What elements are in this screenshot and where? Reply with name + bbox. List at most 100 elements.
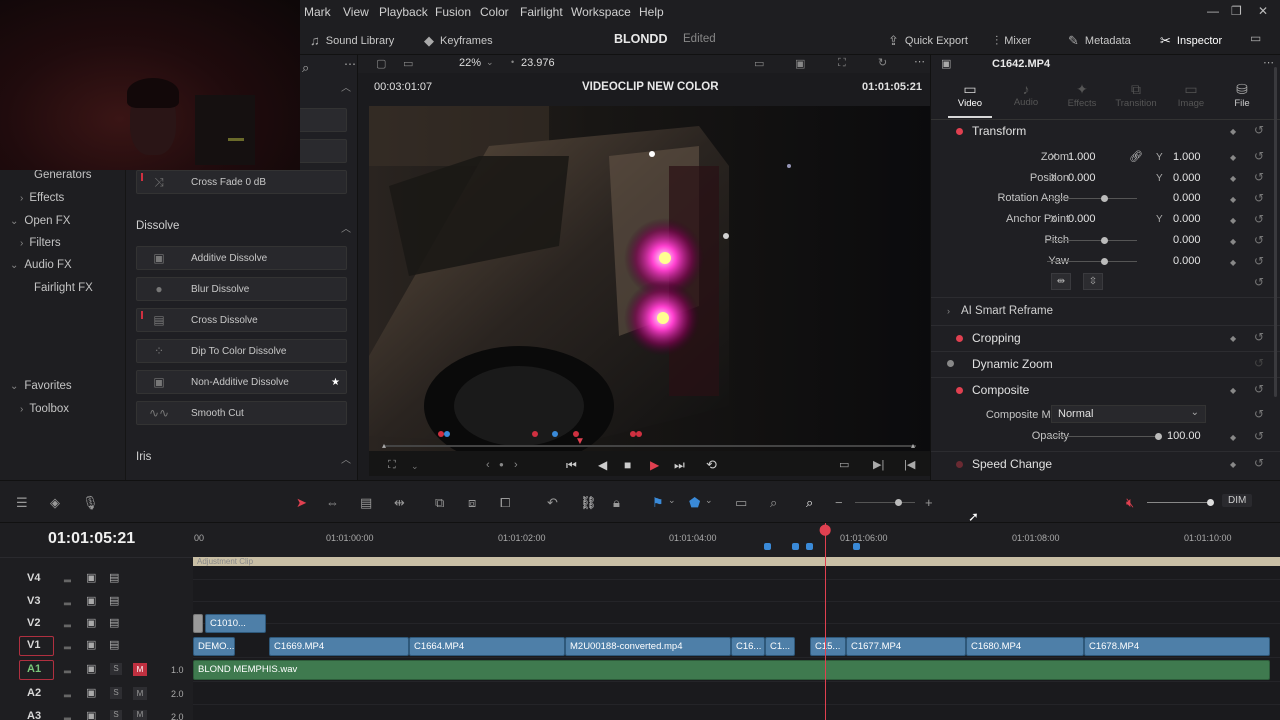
track-name-v3[interactable]: V3 [27,595,40,607]
v1-clip[interactable]: M2U00188-converted.mp4 [565,637,731,656]
smart-reframe-header[interactable]: AI Smart Reframe [961,305,1053,317]
composite-header[interactable]: Composite [972,383,1029,397]
layout-icon[interactable]: ▢ [376,57,386,70]
zoom-slider-knob[interactable] [895,499,902,506]
playhead-line[interactable] [825,523,826,720]
volume-slider-knob[interactable] [1207,499,1214,506]
mixer-button[interactable]: ⫶ Mixer [995,33,1031,49]
iris-header[interactable]: Iris [136,451,151,463]
chevron-up-icon[interactable]: ︿ [341,220,351,235]
go-to-start-icon[interactable]: ⏮ [566,458,577,473]
fx-item-non-additive-dissolve[interactable]: ▣ Non-Additive Dissolve ★ [136,370,347,394]
more-options-icon[interactable]: ⋯ [914,55,925,68]
menu-fusion[interactable]: Fusion [435,5,471,19]
timeline-marker[interactable] [806,543,813,550]
menu-color[interactable]: Color [480,5,509,19]
reset-icon[interactable]: ↺ [1254,382,1264,396]
nav-effects[interactable]: › Effects [20,192,64,204]
v1-clip[interactable]: C15... [810,637,846,656]
pitch-slider-knob[interactable] [1101,237,1108,244]
timeline-timecode[interactable]: 01:01:05:21 [48,530,135,548]
tab-transition[interactable]: ⧉ Transition [1111,81,1161,109]
v2-clip[interactable]: C1010... [205,614,266,633]
star-icon[interactable]: ★ [331,377,340,388]
reverse-play-icon[interactable]: ◀ [598,458,607,472]
menu-fairlight[interactable]: Fairlight [520,5,563,19]
adjustment-clip[interactable]: Adjustment Clip [193,557,1280,566]
auto-select-icon[interactable]: ▣ [86,686,96,699]
pitch-field[interactable]: 0.000 [1173,234,1201,246]
timeline-options-icon[interactable]: ☰ [16,495,28,511]
yaw-slider-knob[interactable] [1101,258,1108,265]
solo-button[interactable]: S [110,687,122,699]
opacity-slider[interactable] [1047,436,1159,437]
v1-destination-selector[interactable] [19,636,54,656]
playhead-marker-icon[interactable]: ▼ [575,436,585,447]
solo-button[interactable]: S [110,710,122,720]
pitch-slider[interactable] [1047,240,1137,241]
a1-destination-selector[interactable] [19,660,54,680]
chevron-down-icon[interactable]: ⌄ [411,461,419,472]
keyframe-icon[interactable]: ◆ [1230,174,1236,183]
minimize-icon[interactable]: — [1207,4,1219,18]
refresh-icon[interactable]: ↻ [878,56,887,69]
keyframe-icon[interactable]: ◆ [1230,153,1236,162]
tab-image[interactable]: ▭ Image [1174,81,1208,109]
zoom-custom-icon[interactable]: ⌕ [806,495,813,511]
microphone-icon[interactable]: 🎙︎ [82,495,99,511]
v1-clip[interactable]: C16... [731,637,765,656]
selection-tool-icon[interactable]: ➤ [296,495,307,511]
keyframe-icon[interactable]: ◆ [1230,460,1236,469]
opacity-field[interactable]: 100.00 [1167,430,1201,442]
fx-item-dip-to-color[interactable]: ⁘ Dip To Color Dissolve [136,339,347,363]
lock-icon[interactable]: 🔒︎ [613,495,620,511]
v2-clip-stub[interactable] [193,614,203,633]
yaw-field[interactable]: 0.000 [1173,255,1201,267]
fx-item-cross-dissolve[interactable]: ▤ Cross Dissolve [136,308,347,332]
inspector-layout-icon[interactable]: ▣ [941,57,951,70]
v1-clip[interactable]: C1669.MP4 [269,637,409,656]
link-icon[interactable]: 🔗︎ [1129,150,1143,163]
nav-generators[interactable]: Generators [34,169,92,181]
anchor-x-field[interactable]: 0.000 [1068,213,1096,225]
zoom-y-field[interactable]: 1.000 [1173,151,1201,163]
menu-workspace[interactable]: Workspace [571,5,631,19]
reset-icon[interactable]: ↺ [1254,149,1264,163]
keyframe-icon[interactable]: ◆ [1230,334,1236,343]
keyframe-icon[interactable]: ◆ [1230,216,1236,225]
tab-audio[interactable]: ♪ Audio [1011,81,1041,108]
menu-playback[interactable]: Playback [379,5,428,19]
lock-icon[interactable]: ▂ [64,710,71,720]
flag-icon[interactable]: ⚑ [652,495,664,511]
solo-button[interactable]: S [110,663,122,675]
go-to-end-icon[interactable]: ⏭ [674,458,685,473]
inspector-button[interactable]: ✂ Inspector [1160,33,1222,49]
cropping-enable-dot[interactable] [956,335,963,342]
chevron-down-icon[interactable]: ⌄ [486,57,494,68]
timeline-tracks[interactable]: Adjustment Clip C1010... DEMO... C1669.M… [193,523,1280,720]
reset-icon[interactable]: ↺ [1254,191,1264,205]
dynamic-trim-icon[interactable]: ▤ [360,495,372,511]
fx-item-smooth-cut[interactable]: ∿∿ Smooth Cut [136,401,347,425]
jog-left-icon[interactable]: ‹ [486,459,490,471]
reset-icon[interactable]: ↺ [1254,275,1264,289]
zoom-out-icon[interactable]: − [835,495,843,510]
reset-icon[interactable]: ↺ [1254,456,1264,470]
track-name-v4[interactable]: V4 [27,572,40,584]
overwrite-clip-icon[interactable]: ⧈ [468,495,476,511]
reset-icon[interactable]: ↺ [1254,123,1264,137]
track-name-v2[interactable]: V2 [27,617,40,629]
zoom-detail-icon[interactable]: ⌕ [770,495,777,511]
inspector-scrollbar[interactable] [1274,67,1277,397]
nav-filters[interactable]: › Filters [20,237,61,249]
auto-select-icon[interactable]: ▣ [86,662,96,675]
play-icon[interactable]: ▶ [650,458,659,472]
monitor-icon[interactable]: ▣ [795,57,805,70]
metadata-button[interactable]: ✎ Metadata [1068,33,1131,49]
transform-icon[interactable]: ⛶ [838,57,846,70]
menu-mark[interactable]: Mark [304,5,331,19]
lock-icon[interactable]: ▂ [64,572,71,583]
reset-icon[interactable]: ↺ [1254,407,1264,421]
timeline-title[interactable]: VIDEOCLIP NEW COLOR [582,81,719,93]
flip-vertical-icon[interactable]: ⇳ [1083,273,1103,290]
